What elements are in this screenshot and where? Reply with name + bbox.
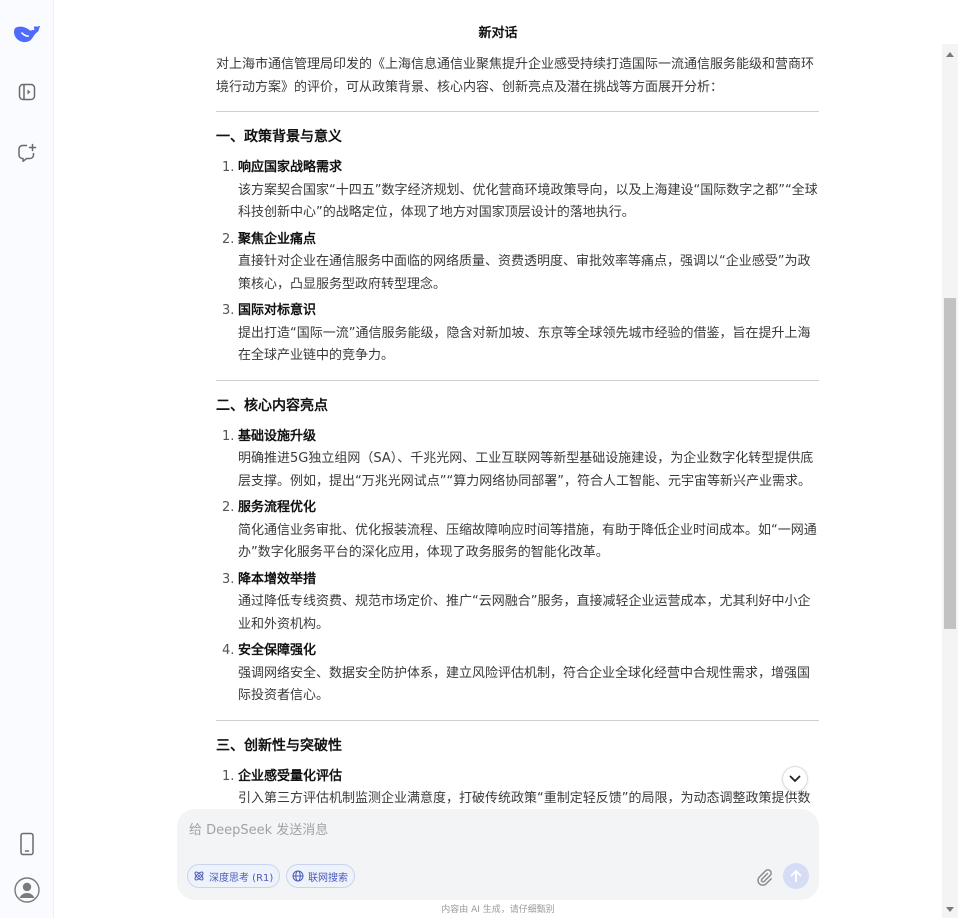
- message-input[interactable]: 给 DeepSeek 发送消息: [189, 819, 328, 838]
- deep-think-label: 深度思考 (R1): [209, 872, 274, 884]
- list-item: 1. 企业感受量化评估 引入第三方评估机制监测企业满意度，打破传统政策“重制定轻…: [216, 766, 819, 811]
- new-chat-icon[interactable]: [15, 141, 39, 165]
- divider: [216, 379, 819, 381]
- message-composer: 给 DeepSeek 发送消息 深度思考 (R1) 联网搜索: [177, 809, 819, 900]
- deepseek-logo-icon[interactable]: [13, 20, 41, 48]
- chevron-down-icon: [789, 775, 801, 782]
- list-number: 1.: [222, 428, 235, 444]
- item-heading: 国际对标意识: [238, 303, 317, 318]
- divider: [216, 719, 819, 721]
- web-search-label: 联网搜索: [308, 872, 348, 884]
- page-title: 新对话: [478, 26, 518, 41]
- list-number: 2.: [222, 500, 235, 515]
- scroll-up-arrow-icon[interactable]: [946, 52, 954, 57]
- list-number: 1.: [222, 768, 235, 784]
- item-heading: 响应国家战略需求: [238, 160, 343, 175]
- section-title: 三、创新性与突破性: [216, 737, 342, 754]
- ai-disclaimer: 内容由 AI 生成，请仔细甄别: [441, 905, 555, 915]
- list-item: 1. 响应国家战略需求 该方案契合国家“十四五”数字经济规划、优化营商环境政策导…: [216, 157, 819, 225]
- item-text: 直接针对企业在通信服务中面临的网络质量、资费透明度、审批效率等痛点，强调以“企业…: [238, 254, 811, 292]
- item-text: 引入第三方评估机制监测企业满意度，打破传统政策“重制定轻反馈”的局限，为动态调整…: [238, 791, 811, 806]
- user-avatar[interactable]: [14, 877, 40, 903]
- item-text: 强调网络安全、数据安全防护体系，建立风险评估机制，符合企业全球化经营中合规性需求…: [238, 665, 811, 704]
- scrollbar[interactable]: [942, 44, 958, 918]
- list-number: 1.: [222, 160, 235, 175]
- list-number: 3.: [222, 303, 235, 318]
- item-text: 简化通信业务审批、优化报装流程、压缩故障响应时间等措施，有助于降低企业时间成本。…: [238, 522, 817, 561]
- list-number: 4.: [222, 643, 235, 658]
- atom-icon: [194, 871, 204, 881]
- arrow-up-icon: [790, 870, 802, 883]
- section-title: 一、政策背景与意义: [216, 129, 342, 145]
- list-number: 3.: [222, 571, 235, 587]
- divider: [216, 111, 819, 112]
- list-item: 2. 服务流程优化 简化通信业务审批、优化报装流程、压缩故障响应时间等措施，有助…: [216, 497, 819, 565]
- list-item: 2. 聚焦企业痛点 直接针对企业在通信服务中面临的网络质量、资费透明度、审批效率…: [216, 229, 819, 297]
- intro-paragraph: 对上海市通信管理局印发的《上海信息通信业聚焦提升企业感受持续打造国际一流通信服务…: [216, 57, 815, 95]
- list-item: 3. 降本增效举措 通过降低专线资费、规范市场定价、推广“云网融合”服务，直接减…: [216, 569, 819, 637]
- item-heading: 降本增效举措: [238, 571, 317, 587]
- item-heading: 服务流程优化: [238, 500, 317, 515]
- item-heading: 基础设施升级: [238, 428, 317, 444]
- item-heading: 安全保障强化: [238, 643, 317, 658]
- scroll-down-arrow-icon[interactable]: [946, 907, 954, 912]
- chat-message: 对上海市通信管理局印发的《上海信息通信业聚焦提升企业感受持续打造国际一流通信服务…: [216, 54, 819, 810]
- scrollbar-thumb[interactable]: [944, 298, 956, 629]
- section-core-content: 二、核心内容亮点 1. 基础设施升级 明确推进5G独立组网（SA）、千兆光网、工…: [216, 395, 819, 708]
- send-button[interactable]: [783, 863, 809, 889]
- mobile-app-icon[interactable]: [15, 832, 39, 856]
- expand-sidebar-icon[interactable]: [15, 80, 39, 104]
- item-text: 明确推进5G独立组网（SA）、千兆光网、工业互联网等新型基础设施建设，为企业数字…: [238, 451, 814, 489]
- item-text: 该方案契合国家“十四五”数字经济规划、优化营商环境政策导向，以及上海建设“国际数…: [238, 182, 818, 221]
- list-item: 4. 安全保障强化 强调网络安全、数据安全防护体系，建立风险评估机制，符合企业全…: [216, 640, 819, 708]
- list-number: 2.: [222, 231, 235, 247]
- list-item: 3. 国际对标意识 提出打造“国际一流”通信服务能级，隐含对新加坡、东京等全球领…: [216, 300, 819, 368]
- list-item: 1. 基础设施升级 明确推进5G独立组网（SA）、千兆光网、工业互联网等新型基础…: [216, 426, 819, 494]
- item-text: 提出打造“国际一流”通信服务能级，隐含对新加坡、东京等全球领先城市经验的借鉴，旨…: [238, 325, 811, 364]
- section-innovation: 三、创新性与突破性 1. 企业感受量化评估 引入第三方评估机制监测企业满意度，打…: [216, 735, 819, 811]
- item-text: 通过降低专线资费、规范市场定价、推广“云网融合”服务，直接减轻企业运营成本，尤其…: [238, 594, 811, 632]
- attach-file-icon[interactable]: [755, 867, 773, 887]
- left-sidebar: [0, 0, 54, 918]
- deep-think-button[interactable]: 深度思考 (R1): [187, 864, 281, 888]
- item-heading: 企业感受量化评估: [238, 768, 343, 784]
- section-title: 二、核心内容亮点: [216, 397, 328, 414]
- item-heading: 聚焦企业痛点: [238, 231, 317, 247]
- section-policy-background: 一、政策背景与意义 1. 响应国家战略需求 该方案契合国家“十四五”数字经济规划…: [216, 126, 819, 368]
- web-search-button[interactable]: 联网搜索: [286, 864, 355, 888]
- scroll-to-bottom-button[interactable]: [782, 766, 808, 792]
- globe-icon: [292, 870, 304, 882]
